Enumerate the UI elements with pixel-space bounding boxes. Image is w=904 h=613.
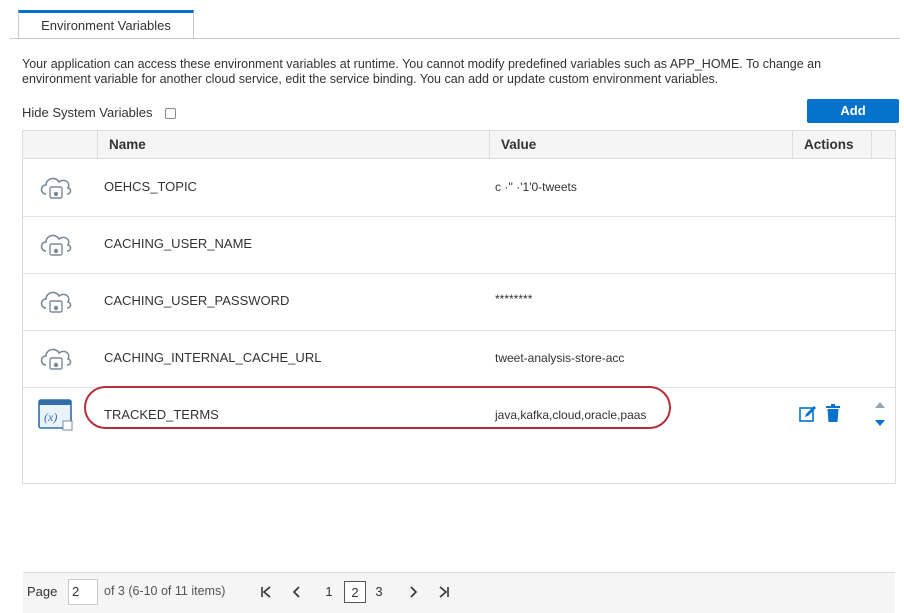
variable-name: CACHING_USER_NAME [104, 236, 253, 251]
env-variables-table: Name Value Actions OEHCS_TOPIC c ·'' ·'1… [22, 130, 896, 613]
table-row[interactable]: CACHING_USER_PASSWORD ******** [23, 273, 895, 331]
previous-page-icon[interactable] [290, 585, 304, 599]
cloud-service-icon [40, 348, 72, 370]
reorder-icon[interactable] [873, 401, 887, 427]
page-link-3[interactable]: 3 [373, 581, 385, 603]
hide-system-variables-checkbox[interactable] [164, 107, 176, 119]
last-page-icon[interactable] [437, 585, 451, 599]
variable-value: ******** [495, 292, 533, 306]
table-header: Name Value Actions [23, 131, 895, 159]
column-header-name[interactable]: Name [109, 131, 146, 158]
column-separator [871, 131, 872, 158]
column-separator [489, 131, 490, 158]
variable-value: tweet-analysis-store-acc [495, 351, 625, 365]
page-link-1[interactable]: 1 [323, 581, 335, 603]
svg-text:(x): (x) [44, 410, 57, 424]
page-number-input[interactable]: 2 [68, 579, 98, 605]
variable-value: c ·'' ·'1'0-tweets [495, 180, 577, 194]
pagination-bar: Page 2 of 3 (6-10 of 11 items) 1 2 3 [23, 572, 895, 613]
hide-system-variables-filter: Hide System Variables [22, 105, 176, 121]
table-row[interactable]: CACHING_INTERNAL_CACHE_URL tweet-analysi… [23, 330, 895, 388]
variable-name: CACHING_INTERNAL_CACHE_URL [104, 350, 322, 365]
highlight-annotation [84, 386, 671, 429]
page-label: Page [27, 584, 58, 599]
table-row[interactable]: OEHCS_TOPIC c ·'' ·'1'0-tweets [23, 159, 895, 217]
page-link-2-current[interactable]: 2 [344, 581, 366, 603]
custom-variable-icon: (x) [38, 399, 73, 431]
tab-environment-variables[interactable]: Environment Variables [18, 10, 194, 39]
page-count-text: of 3 (6-10 of 11 items) [104, 584, 226, 598]
hide-system-variables-label: Hide System Variables [22, 105, 153, 120]
cloud-service-icon [40, 234, 72, 256]
cloud-service-icon [40, 177, 72, 199]
column-header-value[interactable]: Value [501, 131, 536, 158]
tab-divider [10, 38, 900, 39]
table-row[interactable]: CACHING_USER_NAME [23, 216, 895, 274]
add-button[interactable]: Add [807, 99, 899, 123]
column-header-actions: Actions [804, 137, 854, 152]
column-separator [792, 131, 793, 158]
delete-icon[interactable] [826, 404, 840, 422]
next-page-icon[interactable] [406, 585, 420, 599]
first-page-icon[interactable] [259, 585, 273, 599]
variable-name: CACHING_USER_PASSWORD [104, 293, 290, 308]
column-separator [97, 131, 98, 158]
edit-icon[interactable] [799, 405, 817, 423]
cloud-service-icon [40, 291, 72, 313]
variable-name: OEHCS_TOPIC [104, 179, 197, 194]
description-text: Your application can access these enviro… [22, 57, 822, 86]
